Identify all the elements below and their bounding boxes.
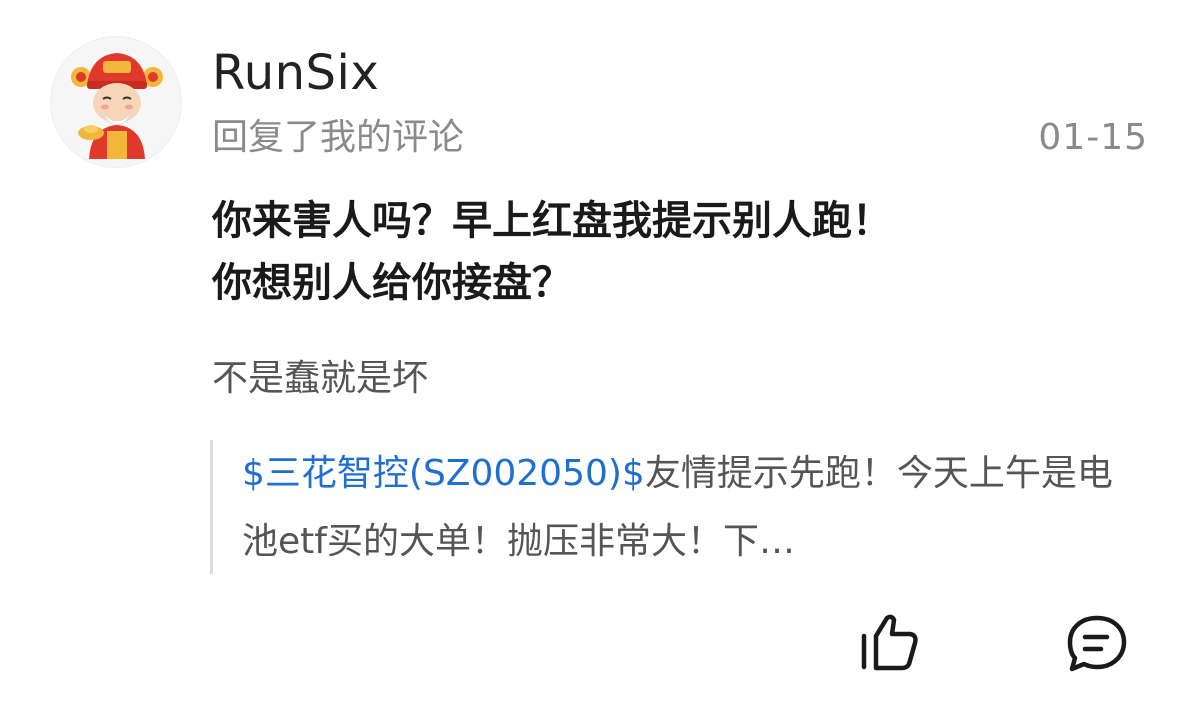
comment-bubble-icon	[1067, 615, 1127, 672]
stock-link[interactable]: $三花智控(SZ002050)$	[242, 453, 645, 494]
username[interactable]: RunSix	[212, 40, 379, 106]
comment-button[interactable]	[1064, 612, 1130, 676]
thumbs-up-icon	[861, 614, 918, 671]
timestamp: 01-15	[1038, 117, 1148, 158]
reply-notification-card[interactable]: RunSix 回复了我的评论 01-15 你来害人吗？早上红盘我提示别人跑！ 你…	[0, 0, 1200, 728]
quoted-post-text-block: $三花智控(SZ002050)$友情提示先跑！今天上午是电池etf买的大单！抛压…	[242, 440, 1140, 576]
user-avatar[interactable]	[50, 36, 182, 168]
like-button[interactable]	[854, 612, 924, 676]
notification-action-text: 回复了我的评论	[212, 117, 465, 158]
reply-text: 你来害人吗？早上红盘我提示别人跑！ 你想别人给你接盘？	[212, 198, 892, 306]
quoted-post[interactable]: $三花智控(SZ002050)$友情提示先跑！今天上午是电池etf买的大单！抛压…	[210, 440, 1140, 574]
my-comment-text[interactable]: 不是蠢就是坏	[212, 352, 428, 406]
caishen-avatar-icon	[71, 53, 163, 159]
